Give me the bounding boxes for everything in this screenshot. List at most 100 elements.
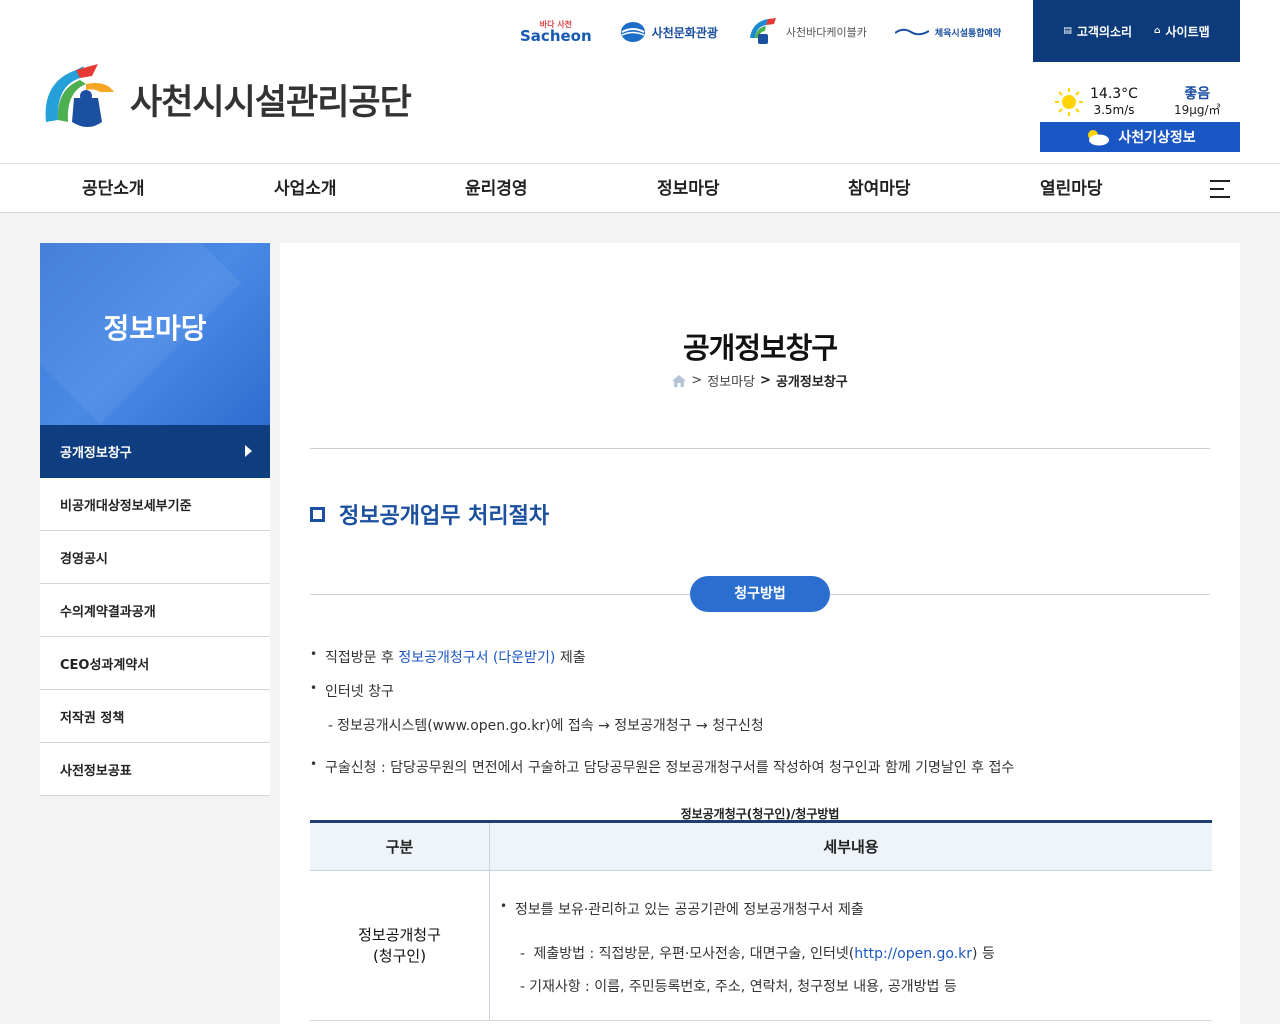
table-header: 구분 세부내용 <box>310 823 1212 871</box>
sidebar-item-contract-results[interactable]: 수의계약결과공개 <box>40 584 270 637</box>
caret-right-icon <box>245 445 252 457</box>
customer-voice-link[interactable]: ▤ 고객의소리 <box>1063 23 1132 40</box>
breadcrumb: > 정보마당 > 공개정보창구 <box>280 371 1240 390</box>
section-title: 정보공개업무 처리절차 <box>310 498 549 530</box>
table-row: 정보공개청구 (청구인) 정보를 보유·관리하고 있는 공공기관에 정보공개청구… <box>310 871 1212 1021</box>
bullet-text: 직접방문 후 <box>325 650 394 666</box>
air-quality-value: 19μg/㎥ <box>1173 103 1221 117</box>
bullet-text: 제출 <box>559 650 586 666</box>
hamburger-menu-icon[interactable] <box>1210 180 1230 198</box>
main-content: 공개정보창구 > 정보마당 > 공개정보창구 정보공개업무 처리절차 청구방법 … <box>280 243 1240 1024</box>
sidebar-item-ceo-contract[interactable]: CEO성과계약서 <box>40 637 270 690</box>
culture-tourism-link[interactable]: 사천문화관광 <box>620 21 718 43</box>
table-cell-category: 정보공개청구 (청구인) <box>310 871 490 1020</box>
divider <box>310 448 1210 449</box>
site-logo[interactable]: 사천시시설관리공단 <box>40 62 412 136</box>
sidebar-item-label: 공개정보창구 <box>60 446 132 461</box>
weather-widget: 14.3°C 3.5m/s 좋음 19μg/㎥ 사천기상정보 <box>1040 84 1240 152</box>
nav-item-participation[interactable]: 참여마당 <box>848 164 911 214</box>
nav-item-about[interactable]: 공단소개 <box>82 164 145 214</box>
family-site-links: 바다 사천 Sacheon 사천문화관광 사천바다케이블카 체육시설통합예약 <box>520 14 1001 50</box>
page-title: 공개정보창구 <box>682 331 838 365</box>
list-item-text: 직접방문 후 정보공개청구서 (다운받기) 제출 <box>310 650 586 666</box>
cloud-sun-icon <box>1088 130 1110 146</box>
list-sub-item: 제출방법 : 직접방문, 우편·모사전송, 대면구술, 인터넷(http://o… <box>520 943 995 963</box>
sidebar-item-label: 수의계약결과공개 <box>60 604 156 620</box>
sacheon-city-link[interactable]: 바다 사천 Sacheon <box>520 20 592 45</box>
sidebar-item-label: 사전정보공표 <box>60 763 132 779</box>
table-header-details: 세부내용 <box>823 838 879 856</box>
list-item: 구술신청 : 담당공무원의 면전에서 구술하고 담당공무원은 정보공개청구서를 … <box>310 757 1014 777</box>
nav-item-information[interactable]: 정보마당 <box>657 164 720 214</box>
sun-icon <box>1055 88 1083 116</box>
utility-menu: ▤ 고객의소리 ⌂ 사이트맵 <box>1033 0 1240 62</box>
list-item-text: 구술신청 : 담당공무원의 면전에서 구술하고 담당공무원은 정보공개청구서를 … <box>325 760 1015 776</box>
sidebar-item-label: 경영공시 <box>60 551 108 567</box>
breadcrumb-separator: > <box>760 373 771 388</box>
nav-item-ethics[interactable]: 윤리경영 <box>465 164 528 214</box>
temperature-value: 14.3°C <box>1090 86 1138 102</box>
sidebar-item-label: CEO성과계약서 <box>60 657 150 673</box>
temperature: 14.3°C 3.5m/s <box>1090 86 1138 118</box>
breadcrumb-separator: > <box>691 373 703 388</box>
cable-car-link[interactable]: 사천바다케이블카 <box>746 16 867 48</box>
logo-text: 사천시시설관리공단 <box>130 81 412 123</box>
table-cell-details: 정보를 보유·관리하고 있는 공공기관에 정보공개청구서 제출 제출방법 : 직… <box>490 871 1212 1020</box>
sports-facility-label: 체육시설통합예약 <box>934 28 1002 39</box>
breadcrumb-current: 공개정보창구 <box>775 375 848 390</box>
cable-car-logo-icon <box>749 18 776 44</box>
air-quality: 좋음 19μg/㎥ <box>1174 86 1221 118</box>
site-header: 바다 사천 Sacheon 사천문화관광 사천바다케이블카 체육시설통합예약 ▤… <box>0 0 1280 163</box>
sidebar-title: 정보마당 <box>40 243 270 425</box>
section-title-text: 정보공개업무 처리절차 <box>339 504 550 529</box>
request-method-table: 구분 세부내용 정보공개청구 (청구인) 정보를 보유·관리하고 있는 공공기관… <box>310 820 1212 1021</box>
main-navigation: 공단소개 사업소개 윤리경영 정보마당 참여마당 열린마당 <box>0 163 1280 213</box>
sidebar-title-text: 정보마당 <box>103 312 207 345</box>
list-item: 정보를 보유·관리하고 있는 공공기관에 정보공개청구서 제출 <box>500 899 864 919</box>
breadcrumb-level1[interactable]: 정보마당 <box>707 371 755 390</box>
sidebar-item-label: 저작권 정책 <box>60 710 125 726</box>
wind-speed: 3.5m/s <box>1093 103 1135 117</box>
list-sub-item: 기재사항 : 이름, 주민등록번호, 주소, 연락처, 청구정보 내용, 공개방… <box>520 976 957 996</box>
list-item: 직접방문 후 정보공개청구서 (다운받기) 제출 <box>310 647 586 667</box>
corporation-logo-icon <box>45 64 114 127</box>
request-method-badge: 청구방법 <box>690 576 830 612</box>
home-icon: ⌂ <box>1154 26 1161 36</box>
table-header-category: 구분 <box>310 823 490 870</box>
wave-icon <box>894 28 929 36</box>
memo-icon: ▤ <box>1063 26 1072 36</box>
nav-item-open[interactable]: 열린마당 <box>1040 164 1103 214</box>
square-bullet-icon <box>310 506 325 522</box>
cable-car-label: 사천바다케이블카 <box>785 26 867 39</box>
sitemap-label: 사이트맵 <box>1165 24 1210 39</box>
weather-info-label: 사천기상정보 <box>1118 130 1196 146</box>
sidebar-item-prior-info[interactable]: 사전정보공표 <box>40 743 270 796</box>
air-quality-status: 좋음 <box>1184 86 1211 102</box>
request-form-download-link[interactable]: 정보공개청구서 (다운받기) <box>398 650 555 666</box>
sitemap-link[interactable]: ⌂ 사이트맵 <box>1154 23 1210 40</box>
list-item-text: 정보를 보유·관리하고 있는 공공기관에 정보공개청구서 제출 <box>515 902 864 918</box>
weather-info: 14.3°C 3.5m/s 좋음 19μg/㎥ <box>1040 84 1240 120</box>
list-item-text: 인터넷 창구 <box>325 684 394 700</box>
sub-item-text: ) 등 <box>972 946 995 962</box>
sacheon-city-label: Sacheon <box>520 26 592 45</box>
category-sublabel: (청구인) <box>372 946 427 965</box>
sidebar-item-label: 비공개대상정보세부기준 <box>60 498 192 514</box>
nav-item-business[interactable]: 사업소개 <box>274 164 337 214</box>
sports-facility-link[interactable]: 체육시설통합예약 <box>894 26 1002 39</box>
culture-tourism-label: 사천문화관광 <box>651 25 718 40</box>
sidebar-item-copyright[interactable]: 저작권 정책 <box>40 690 270 743</box>
culture-tourism-icon <box>620 22 645 42</box>
home-icon[interactable] <box>672 374 687 387</box>
open-go-kr-link[interactable]: http://open.go.kr <box>854 946 972 962</box>
customer-voice-label: 고객의소리 <box>1076 24 1133 39</box>
sidebar-item-management-disclosure[interactable]: 경영공시 <box>40 531 270 584</box>
category-label: 정보공개청구 <box>358 925 441 944</box>
weather-info-button[interactable]: 사천기상정보 <box>1040 122 1240 152</box>
list-sub-item: 정보공개시스템(www.open.go.kr)에 접속 → 정보공개청구 → 청… <box>328 715 764 735</box>
sidebar-item-nondisclosure[interactable]: 비공개대상정보세부기준 <box>40 478 270 531</box>
sidebar: 정보마당 공개정보창구 비공개대상정보세부기준 경영공시 수의계약결과공개 CE… <box>40 243 270 796</box>
sub-item-text: 제출방법 : 직접방문, 우편·모사전송, 대면구술, 인터넷( <box>533 946 855 962</box>
sidebar-item-public-info[interactable]: 공개정보창구 <box>40 425 270 478</box>
list-item: 인터넷 창구 <box>310 681 394 701</box>
